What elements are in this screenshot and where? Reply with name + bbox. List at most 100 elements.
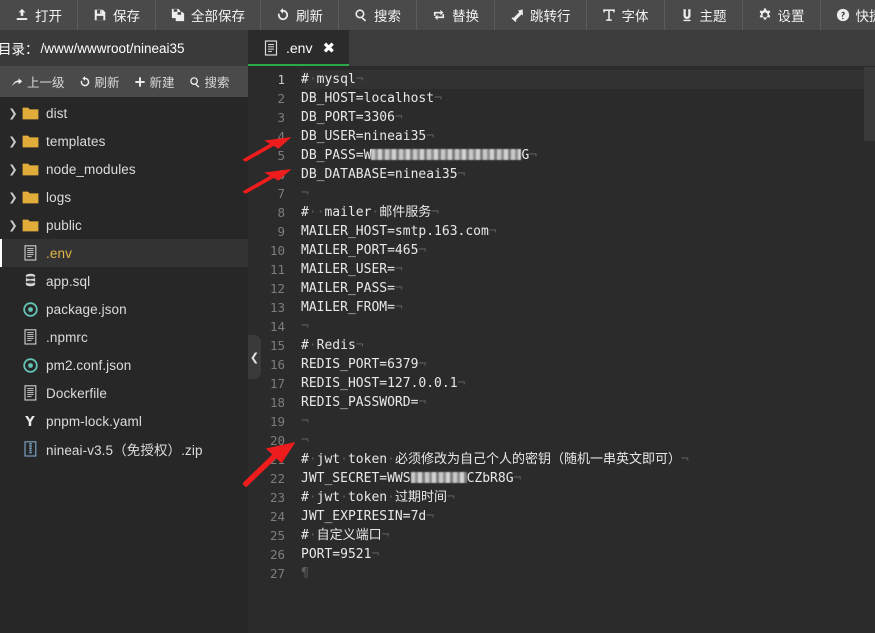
code-line[interactable]: DB_DATABASE=nineai35¬ [301, 165, 875, 184]
code-line[interactable]: #·自定义端口¬ [301, 526, 875, 545]
code-line[interactable]: MAILER_HOST=smtp.163.com¬ [301, 222, 875, 241]
toolbar-item-6[interactable]: 跳转行 [495, 0, 587, 30]
file-item-3[interactable]: ❯ logs [0, 183, 248, 211]
code-line[interactable]: PORT=9521¬ [301, 545, 875, 564]
chevron-right-icon: · [6, 359, 20, 371]
code-line[interactable]: DB_USER=nineai35¬ [301, 127, 875, 146]
eol-mark: ¬ [529, 148, 537, 163]
line-number: 20 [248, 431, 292, 450]
code-line[interactable]: #·jwt·token·必须修改为自己个人的密钥（随机一串英文即可）¬ [301, 450, 875, 469]
file-item-2[interactable]: ❯node_modules [0, 155, 248, 183]
code-line[interactable]: ¶ [301, 564, 875, 583]
search-icon [354, 8, 368, 22]
toolbar-item-4[interactable]: 搜索 [339, 0, 417, 30]
file-action-3[interactable]: 搜索 [182, 72, 237, 91]
chevron-right-icon[interactable]: ❯ [6, 163, 20, 176]
code-line[interactable]: ¬ [301, 184, 875, 203]
replace-icon [432, 8, 446, 22]
line-number: 11 [248, 260, 292, 279]
code-line[interactable]: ¬ [301, 317, 875, 336]
code-line[interactable]: DB_PASS=WG¬ [301, 146, 875, 165]
chevron-right-icon: · [6, 275, 20, 287]
code-line[interactable]: JWT_EXPIRESIN=7d¬ [301, 507, 875, 526]
code-line[interactable]: REDIS_HOST=127.0.0.1¬ [301, 374, 875, 393]
code-line[interactable]: REDIS_PASSWORD=¬ [301, 393, 875, 412]
file-item-label: logs [46, 190, 71, 205]
json-icon [20, 358, 40, 373]
database-icon [20, 273, 40, 289]
file-item-7[interactable]: ·package.json [0, 295, 248, 323]
refresh-icon [276, 8, 290, 22]
line-number: 27 [248, 564, 292, 583]
line-number: 22 [248, 469, 292, 488]
file-item-0[interactable]: ❯dist [0, 99, 248, 127]
code-line[interactable]: MAILER_USER=¬ [301, 260, 875, 279]
code-line[interactable]: MAILER_FROM=¬ [301, 298, 875, 317]
eol-mark: ¬ [395, 262, 403, 277]
toolbar-item-2[interactable]: 全部保存 [156, 0, 261, 30]
close-icon[interactable]: ✖ [322, 41, 335, 56]
file-item-5[interactable]: ·.env [0, 239, 248, 267]
file-item-4[interactable]: ❯public [0, 211, 248, 239]
toolbar-item-10[interactable]: 快捷键 [821, 0, 875, 30]
tab-title: .env [286, 40, 312, 56]
sidebar-collapse-handle[interactable]: ❮ [248, 335, 261, 379]
current-directory-bar: 目录： /www/wwwroot/nineai35 [0, 30, 248, 66]
tab-env[interactable]: .env ✖ [248, 30, 349, 66]
vertical-scrollbar[interactable] [864, 67, 875, 633]
toolbar-item-label: 字体 [622, 5, 649, 25]
scrollbar-thumb[interactable] [864, 67, 875, 141]
chevron-right-icon: · [6, 443, 20, 455]
toolbar-item-8[interactable]: 主题 [665, 0, 743, 30]
up-level-icon [11, 76, 23, 88]
code-scroll-region[interactable]: 1234567891011121314151617181920212223242… [248, 67, 875, 633]
file-actions-toolbar: 上一级刷新新建搜索 [0, 66, 248, 97]
code-line[interactable]: MAILER_PORT=465¬ [301, 241, 875, 260]
file-item-12[interactable]: ·nineai-v3.5（免授权）.zip [0, 435, 248, 463]
svg-text:Y: Y [24, 415, 35, 429]
file-action-1[interactable]: 刷新 [72, 72, 127, 91]
code-line[interactable]: DB_HOST=localhost¬ [301, 89, 875, 108]
file-item-label: pm2.conf.json [46, 358, 131, 373]
code-line[interactable]: #·jwt·token·过期时间¬ [301, 488, 875, 507]
code-line[interactable]: MAILER_PASS=¬ [301, 279, 875, 298]
toolbar-item-label: 保存 [113, 5, 140, 25]
file-action-0[interactable]: 上一级 [4, 72, 72, 91]
code-view: ❮ 12345678910111213141516171819202122232… [248, 67, 875, 633]
file-action-2[interactable]: 新建 [127, 72, 182, 91]
file-item-10[interactable]: ·Dockerfile [0, 379, 248, 407]
chevron-right-icon[interactable]: ❯ [6, 219, 20, 232]
file-item-11[interactable]: ·Ypnpm-lock.yaml [0, 407, 248, 435]
chevron-right-icon[interactable]: ❯ [6, 107, 20, 120]
folder-icon [20, 106, 40, 121]
file-item-8[interactable]: ·.npmrc [0, 323, 248, 351]
toolbar-item-9[interactable]: 设置 [743, 0, 821, 30]
code-line[interactable]: DB_PORT=3306¬ [301, 108, 875, 127]
eol-mark: ¬ [434, 91, 442, 106]
line-number: 9 [248, 222, 292, 241]
toolbar-item-0[interactable]: 打开 [0, 0, 78, 30]
toolbar-item-3[interactable]: 刷新 [261, 0, 339, 30]
code-line[interactable]: #·mysql¬ [301, 70, 875, 89]
code-line[interactable]: ¬ [301, 431, 875, 450]
code-line[interactable]: REDIS_PORT=6379¬ [301, 355, 875, 374]
eol-mark: ¬ [418, 395, 426, 410]
eol-mark: ¬ [431, 205, 439, 220]
file-item-9[interactable]: · pm2.conf.json [0, 351, 248, 379]
code-line[interactable]: #·Redis¬ [301, 336, 875, 355]
file-icon [20, 245, 40, 261]
toolbar-item-5[interactable]: 替换 [417, 0, 495, 30]
chevron-right-icon[interactable]: ❯ [6, 191, 20, 204]
toolbar-item-7[interactable]: 字体 [587, 0, 665, 30]
chevron-right-icon[interactable]: ❯ [6, 135, 20, 148]
code-line[interactable]: ¬ [301, 412, 875, 431]
eol-mark: ¬ [395, 281, 403, 296]
code-line[interactable]: JWT_SECRET=WWSCZbR8G¬ [301, 469, 875, 488]
code-line[interactable]: #··mailer·邮件服务¬ [301, 203, 875, 222]
chevron-right-icon: · [6, 415, 20, 427]
toolbar-item-1[interactable]: 保存 [78, 0, 156, 30]
code-text[interactable]: #·mysql¬DB_HOST=localhost¬DB_PORT=3306¬D… [292, 67, 875, 633]
file-item-1[interactable]: ❯templates [0, 127, 248, 155]
file-item-6[interactable]: ·app.sql [0, 267, 248, 295]
line-number: 24 [248, 507, 292, 526]
